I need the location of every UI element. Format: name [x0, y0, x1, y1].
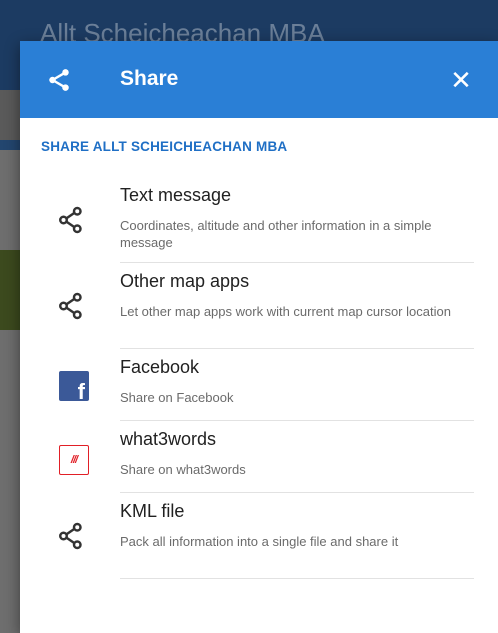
close-icon: ✕: [450, 65, 472, 95]
what3words-icon: ///: [59, 445, 89, 475]
dialog-title: Share: [120, 67, 179, 90]
close-button[interactable]: ✕: [446, 65, 476, 95]
divider: [120, 578, 474, 579]
background-accent: [0, 140, 20, 150]
share-option-other-map-apps[interactable]: Other map apps Let other map apps work w…: [20, 263, 498, 349]
option-title: Other map apps: [120, 271, 250, 291]
option-description: Share on what3words: [120, 462, 246, 477]
share-option-facebook[interactable]: f Facebook Share on Facebook: [20, 349, 498, 421]
dialog-header: Share ✕: [20, 41, 498, 118]
facebook-icon: f: [59, 371, 89, 403]
share-option-kml-file[interactable]: KML file Pack all information into a sin…: [20, 493, 498, 579]
option-title: Facebook: [120, 357, 200, 377]
share-option-text-message[interactable]: Text message Coordinates, altitude and o…: [20, 177, 498, 263]
option-title: what3words: [120, 429, 217, 449]
share-icon: [59, 522, 82, 550]
share-options-list: Text message Coordinates, altitude and o…: [20, 177, 498, 579]
option-title: Text message: [120, 185, 232, 205]
share-option-what3words[interactable]: /// what3words Share on what3words: [20, 421, 498, 493]
background-map-strip: [0, 250, 20, 330]
share-icon: [49, 69, 69, 91]
option-description: Let other map apps work with current map…: [120, 304, 451, 319]
option-description: Coordinates, altitude and other informat…: [120, 218, 432, 250]
option-description: Pack all information into a single file …: [120, 534, 399, 549]
option-title: KML file: [120, 501, 185, 521]
option-description: Share on Facebook: [120, 390, 234, 405]
share-icon: [59, 206, 82, 234]
share-dialog: Share ✕ SHARE ALLT SCHEICHEACHAN MBA Tex…: [20, 41, 498, 633]
share-icon: [59, 292, 82, 320]
section-title: SHARE ALLT SCHEICHEACHAN MBA: [41, 139, 288, 154]
